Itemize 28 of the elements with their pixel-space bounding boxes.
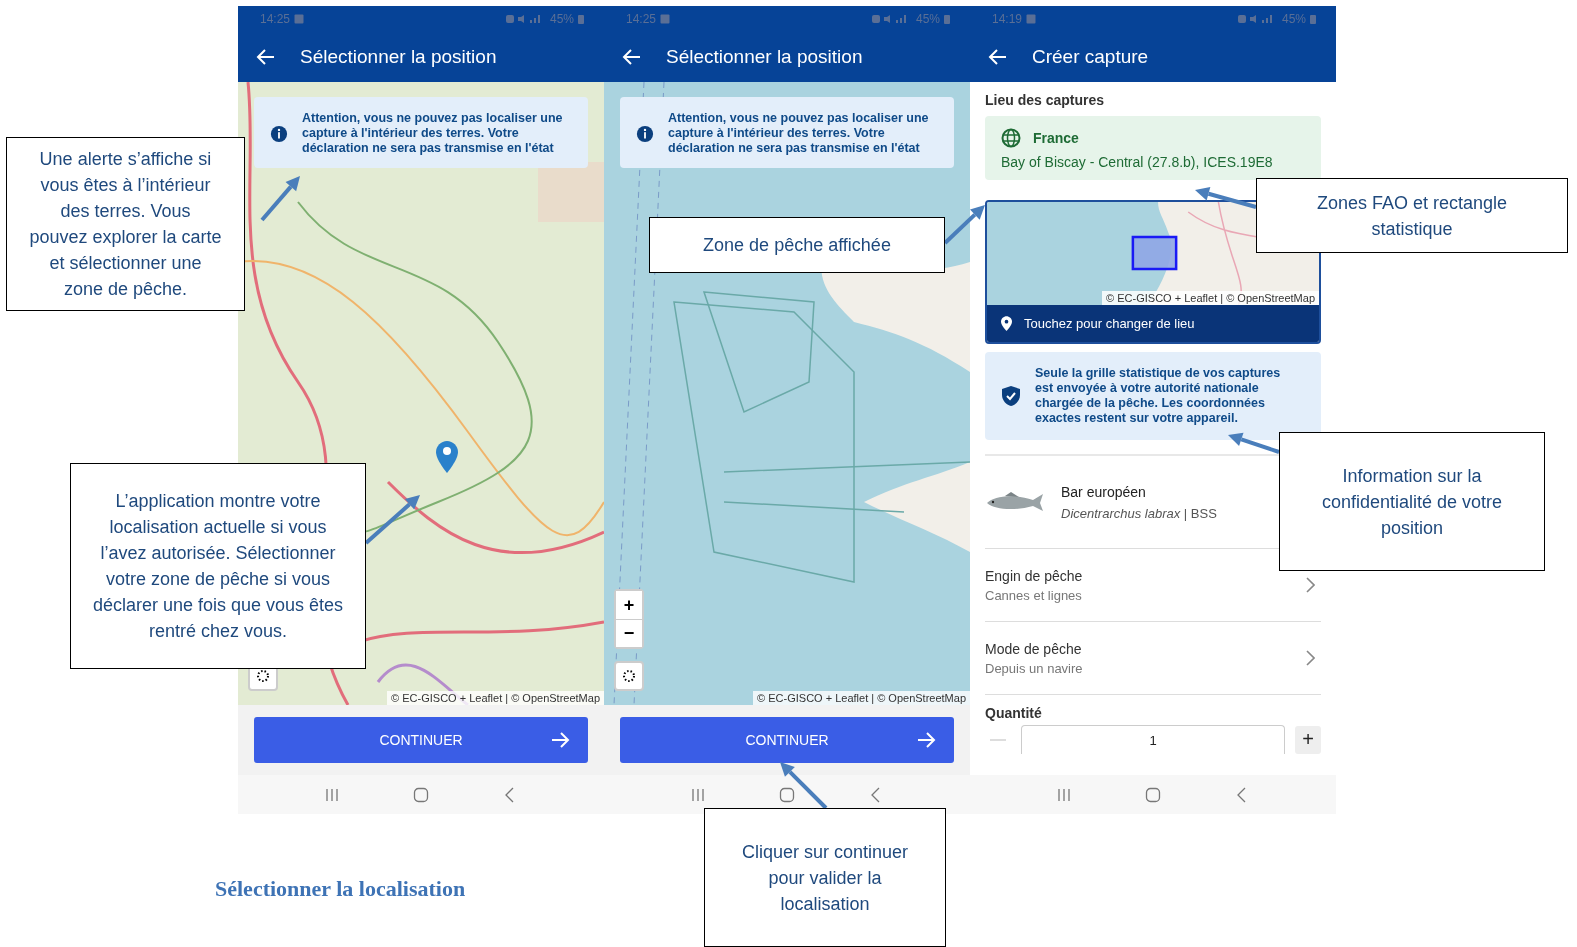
battery-level: 45% (915, 12, 940, 26)
screen-title: Sélectionner la position (300, 46, 497, 68)
country-name: France (1033, 130, 1079, 146)
change-location-text: Touchez pour changer de lieu (1024, 316, 1195, 331)
privacy-note: Seule la grille statistique de vos captures est envoyée à votre autorité nationale chargée de la pêche. Les coordonnées exactes restent sur votre appareil. (1035, 366, 1282, 426)
battery-level: 45% (1281, 12, 1306, 26)
figure-caption: Sélectionner la localisation (215, 876, 466, 902)
species-name: Bar européen (1061, 483, 1147, 500)
status-time: 14:19 (992, 12, 1023, 26)
warning-text: Attention, vous ne pouvez pas localiser une capture à l'intérieur des terres. Votre déclaration ne sera pas transmise en l'état (302, 111, 564, 156)
callout-text: Une alerte s’affiche si vous êtes à l’intérieur des terres. Vous pouvez explorer la carte et sélectionner une zone de pêche. (29, 148, 222, 301)
battery-level: 45% (549, 12, 574, 26)
map-attribution: © EC-GISCO + Leaflet | © OpenStreetMap (387, 691, 604, 705)
section-title: Lieu des captures (985, 92, 1106, 108)
map-attribution: © EC-GISCO + Leaflet | © OpenStreetMap (1102, 291, 1319, 305)
callout-text: L’application montre votre localisation actuelle si vous l’avez autorisée. Sélectionner votre zone de pêche si vous déclarer une fois que vous êtes rentré chez vous. (91, 490, 345, 643)
map-attribution: © EC-GISCO + Leaflet | © OpenStreetMap (753, 691, 970, 705)
quantity-label: Quantité (985, 705, 1043, 721)
fishing-area-text: Bay of Biscay - Central (27.8.b), ICES.19E8 (1001, 154, 1274, 170)
species-detail: Dicentrarchus labrax | BSS (1061, 505, 1217, 521)
screen-title: Sélectionner la position (666, 46, 863, 68)
callout-text: Cliquer sur continuer pour valider la localisation (740, 840, 910, 916)
warning-text: Attention, vous ne pouvez pas localiser une capture à l'intérieur des terres. Votre déclaration ne sera pas transmise en l'état (668, 111, 930, 156)
callout-text: Information sur la confidentialité de votre position (1320, 464, 1504, 540)
status-time: 14:25 (626, 12, 657, 26)
callout-text: Zone de pêche affichée (703, 234, 891, 257)
status-time: 14:25 (260, 12, 291, 26)
screen-title: Créer capture (1032, 46, 1149, 68)
